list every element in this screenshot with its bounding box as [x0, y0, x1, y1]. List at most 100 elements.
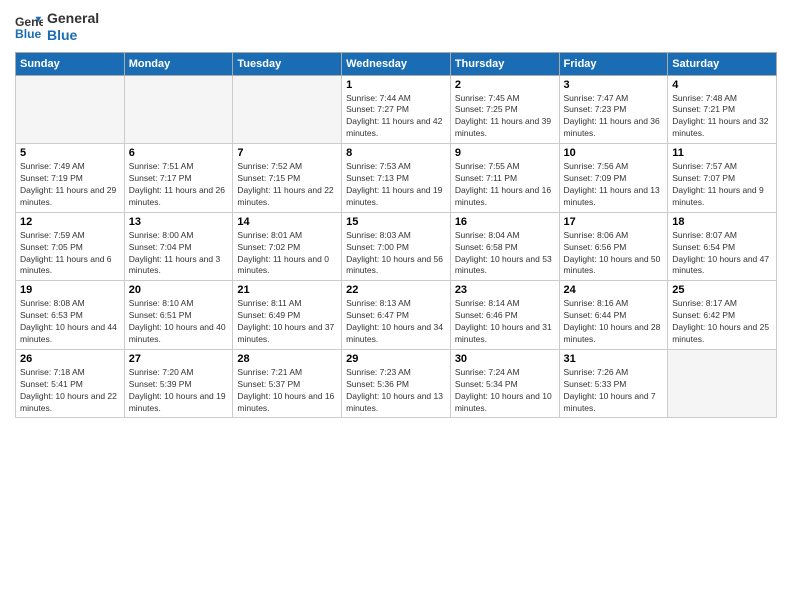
day-info: Sunrise: 7:53 AMSunset: 7:13 PMDaylight:…	[346, 161, 446, 209]
calendar-page: General Blue General Blue SundayMondayTu…	[0, 0, 792, 612]
week-row-5: 26 Sunrise: 7:18 AMSunset: 5:41 PMDayligh…	[16, 349, 777, 418]
day-number: 17	[564, 216, 664, 228]
table-row: 27 Sunrise: 7:20 AMSunset: 5:39 PMDayligh…	[124, 349, 233, 418]
day-number: 6	[129, 147, 229, 159]
day-number: 8	[346, 147, 446, 159]
table-row: 15 Sunrise: 8:03 AMSunset: 7:00 PMDayligh…	[342, 212, 451, 281]
svg-text:Blue: Blue	[15, 27, 42, 41]
table-row	[668, 349, 777, 418]
week-row-3: 12 Sunrise: 7:59 AMSunset: 7:05 PMDayligh…	[16, 212, 777, 281]
logo-icon: General Blue	[15, 13, 43, 41]
table-row: 18 Sunrise: 8:07 AMSunset: 6:54 PMDayligh…	[668, 212, 777, 281]
table-row: 24 Sunrise: 8:16 AMSunset: 6:44 PMDayligh…	[559, 281, 668, 350]
day-info: Sunrise: 8:04 AMSunset: 6:58 PMDaylight:…	[455, 230, 555, 278]
day-number: 11	[672, 147, 772, 159]
table-row: 31 Sunrise: 7:26 AMSunset: 5:33 PMDayligh…	[559, 349, 668, 418]
day-number: 14	[237, 216, 337, 228]
table-row: 19Sunrise: 8:08 AMSunset: 6:53 PMDayligh…	[16, 281, 125, 350]
table-row	[124, 75, 233, 144]
day-number: 27	[129, 353, 229, 365]
day-number: 30	[455, 353, 555, 365]
day-number: 12	[20, 216, 120, 228]
day-info: Sunrise: 7:26 AMSunset: 5:33 PMDaylight:…	[564, 367, 664, 415]
table-row: 14 Sunrise: 8:01 AMSunset: 7:02 PMDayligh…	[233, 212, 342, 281]
day-info: Sunrise: 8:06 AMSunset: 6:56 PMDaylight:…	[564, 230, 664, 278]
day-number: 15	[346, 216, 446, 228]
table-row: 29 Sunrise: 7:23 AMSunset: 5:36 PMDayligh…	[342, 349, 451, 418]
table-row: 26 Sunrise: 7:18 AMSunset: 5:41 PMDayligh…	[16, 349, 125, 418]
day-info: Sunrise: 7:47 AMSunset: 7:23 PMDaylight:…	[564, 93, 664, 141]
day-info: Sunrise: 8:14 AMSunset: 6:46 PMDaylight:…	[455, 298, 555, 346]
table-row: 9Sunrise: 7:55 AMSunset: 7:11 PMDaylight…	[450, 144, 559, 213]
day-info: Sunrise: 8:07 AMSunset: 6:54 PMDaylight:…	[672, 230, 772, 278]
weekday-friday: Friday	[559, 52, 668, 75]
logo: General Blue General Blue	[15, 10, 99, 44]
day-info: Sunrise: 8:00 AMSunset: 7:04 PMDaylight:…	[129, 230, 229, 278]
day-number: 28	[237, 353, 337, 365]
logo-blue: Blue	[47, 27, 99, 44]
table-row: 13 Sunrise: 8:00 AMSunset: 7:04 PMDayligh…	[124, 212, 233, 281]
table-row: 8 Sunrise: 7:53 AMSunset: 7:13 PMDaylight…	[342, 144, 451, 213]
day-number: 10	[564, 147, 664, 159]
day-number: 18	[672, 216, 772, 228]
weekday-sunday: Sunday	[16, 52, 125, 75]
day-number: 16	[455, 216, 555, 228]
table-row: 22 Sunrise: 8:13 AMSunset: 6:47 PMDayligh…	[342, 281, 451, 350]
day-info: Sunrise: 8:16 AMSunset: 6:44 PMDaylight:…	[564, 298, 664, 346]
table-row: 2Sunrise: 7:45 AMSunset: 7:25 PMDaylight…	[450, 75, 559, 144]
calendar-header-row: SundayMondayTuesdayWednesdayThursdayFrid…	[16, 52, 777, 75]
table-row: 12 Sunrise: 7:59 AMSunset: 7:05 PMDayligh…	[16, 212, 125, 281]
day-number: 21	[237, 284, 337, 296]
table-row: 11 Sunrise: 7:57 AMSunset: 7:07 PMDayligh…	[668, 144, 777, 213]
day-info: Sunrise: 8:17 AMSunset: 6:42 PMDaylight:…	[672, 298, 772, 346]
weekday-monday: Monday	[124, 52, 233, 75]
day-info: Sunrise: 7:44 AMSunset: 7:27 PMDaylight:…	[346, 93, 446, 141]
day-number: 13	[129, 216, 229, 228]
table-row: 28Sunrise: 7:21 AMSunset: 5:37 PMDayligh…	[233, 349, 342, 418]
table-row: 7 Sunrise: 7:52 AMSunset: 7:15 PMDaylight…	[233, 144, 342, 213]
weekday-saturday: Saturday	[668, 52, 777, 75]
table-row: 23 Sunrise: 8:14 AMSunset: 6:46 PMDayligh…	[450, 281, 559, 350]
day-info: Sunrise: 7:59 AMSunset: 7:05 PMDaylight:…	[20, 230, 120, 278]
day-info: Sunrise: 8:03 AMSunset: 7:00 PMDaylight:…	[346, 230, 446, 278]
weekday-thursday: Thursday	[450, 52, 559, 75]
day-number: 29	[346, 353, 446, 365]
table-row	[233, 75, 342, 144]
calendar-table: SundayMondayTuesdayWednesdayThursdayFrid…	[15, 52, 777, 419]
weekday-tuesday: Tuesday	[233, 52, 342, 75]
day-info: Sunrise: 8:10 AMSunset: 6:51 PMDaylight:…	[129, 298, 229, 346]
table-row: 5Sunrise: 7:49 AMSunset: 7:19 PMDaylight…	[16, 144, 125, 213]
day-number: 23	[455, 284, 555, 296]
day-info: Sunrise: 7:55 AMSunset: 7:11 PMDaylight:…	[455, 161, 555, 209]
day-number: 24	[564, 284, 664, 296]
day-info: Sunrise: 8:01 AMSunset: 7:02 PMDaylight:…	[237, 230, 337, 278]
day-number: 4	[672, 79, 772, 91]
day-number: 2	[455, 79, 555, 91]
day-info: Sunrise: 7:48 AMSunset: 7:21 PMDaylight:…	[672, 93, 772, 141]
logo-general: General	[47, 10, 99, 27]
table-row: 1 Sunrise: 7:44 AMSunset: 7:27 PMDaylight…	[342, 75, 451, 144]
day-info: Sunrise: 7:20 AMSunset: 5:39 PMDaylight:…	[129, 367, 229, 415]
table-row: 25 Sunrise: 8:17 AMSunset: 6:42 PMDayligh…	[668, 281, 777, 350]
weekday-wednesday: Wednesday	[342, 52, 451, 75]
day-info: Sunrise: 7:18 AMSunset: 5:41 PMDaylight:…	[20, 367, 120, 415]
day-number: 1	[346, 79, 446, 91]
day-info: Sunrise: 7:49 AMSunset: 7:19 PMDaylight:…	[20, 161, 120, 209]
table-row: 10 Sunrise: 7:56 AMSunset: 7:09 PMDayligh…	[559, 144, 668, 213]
day-info: Sunrise: 7:57 AMSunset: 7:07 PMDaylight:…	[672, 161, 772, 209]
day-info: Sunrise: 7:52 AMSunset: 7:15 PMDaylight:…	[237, 161, 337, 209]
table-row	[16, 75, 125, 144]
day-number: 7	[237, 147, 337, 159]
day-number: 22	[346, 284, 446, 296]
day-number: 25	[672, 284, 772, 296]
day-number: 31	[564, 353, 664, 365]
day-number: 20	[129, 284, 229, 296]
day-number: 26	[20, 353, 120, 365]
table-row: 3Sunrise: 7:47 AMSunset: 7:23 PMDaylight…	[559, 75, 668, 144]
table-row: 17 Sunrise: 8:06 AMSunset: 6:56 PMDayligh…	[559, 212, 668, 281]
table-row: 30Sunrise: 7:24 AMSunset: 5:34 PMDayligh…	[450, 349, 559, 418]
day-info: Sunrise: 7:23 AMSunset: 5:36 PMDaylight:…	[346, 367, 446, 415]
day-info: Sunrise: 8:08 AMSunset: 6:53 PMDaylight:…	[20, 298, 120, 346]
day-info: Sunrise: 8:13 AMSunset: 6:47 PMDaylight:…	[346, 298, 446, 346]
day-info: Sunrise: 7:56 AMSunset: 7:09 PMDaylight:…	[564, 161, 664, 209]
